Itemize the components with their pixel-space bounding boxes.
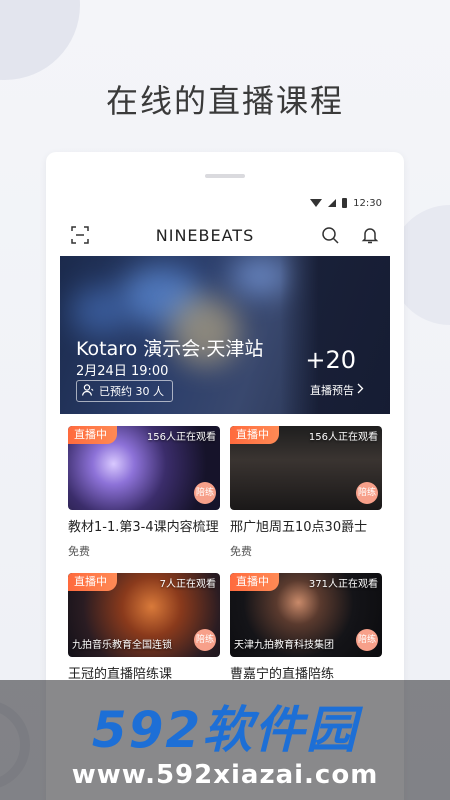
scan-icon[interactable] xyxy=(70,225,90,245)
course-thumbnail: 直播中 156人正在观看 陪练 xyxy=(68,426,220,510)
live-preview-label: 直播预告 xyxy=(310,384,354,397)
viewer-count: 371人正在观看 xyxy=(308,579,378,590)
status-time: 12:30 xyxy=(353,197,382,209)
watermark-url: www.592xiazai.com xyxy=(71,760,379,790)
course-thumbnail: 直播中 7人正在观看 九拍音乐教育全国连锁 陪练 xyxy=(68,573,220,657)
course-thumbnail: 直播中 156人正在观看 陪练 xyxy=(230,426,382,510)
featured-live-banner[interactable]: Kotaro 演示会·天津站 2月24日 19:00 已预约 30 人 +20 … xyxy=(60,256,390,414)
page: 在线的直播课程 12:30 NINEBEATS Kotaro 演示会·天津站 2… xyxy=(0,0,450,800)
live-course-grid: 直播中 156人正在观看 陪练 教材1-1.第3-4课内容梳理 免费 直播中 1… xyxy=(60,414,390,682)
viewer-count: 156人正在观看 xyxy=(146,432,216,443)
live-course-card[interactable]: 直播中 156人正在观看 陪练 教材1-1.第3-4课内容梳理 免费 xyxy=(68,426,220,559)
live-status-tag: 直播中 xyxy=(68,426,117,444)
practice-badge: 陪练 xyxy=(194,482,216,504)
upcoming-count: +20 xyxy=(305,346,356,374)
live-preview-link[interactable]: 直播预告 xyxy=(310,382,364,398)
practice-badge: 陪练 xyxy=(194,629,216,651)
viewer-count: 156人正在观看 xyxy=(308,432,378,443)
live-status-tag: 直播中 xyxy=(230,426,279,444)
booked-count-badge: 已预约 30 人 xyxy=(76,380,173,402)
live-course-card[interactable]: 直播中 371人正在观看 天津九拍教育科技集团 陪练 曹嘉宁的直播陪练 xyxy=(230,573,382,682)
banner-title: Kotaro 演示会·天津站 xyxy=(76,338,264,360)
decorative-circle xyxy=(0,0,80,80)
wifi-icon xyxy=(310,199,323,207)
banner-date: 2月24日 19:00 xyxy=(76,364,169,379)
practice-badge: 陪练 xyxy=(356,629,378,651)
signal-icon xyxy=(328,199,337,207)
battery-icon xyxy=(342,198,348,208)
promo-headline: 在线的直播课程 xyxy=(105,82,344,120)
course-price: 免费 xyxy=(68,545,90,558)
chevron-right-icon xyxy=(357,383,364,397)
brand-logo: NINEBEATS xyxy=(155,225,255,245)
live-course-card[interactable]: 直播中 7人正在观看 九拍音乐教育全国连锁 陪练 王冠的直播陪练课 xyxy=(68,573,220,682)
practice-badge: 陪练 xyxy=(356,482,378,504)
booked-count-text: 已预约 30 人 xyxy=(99,385,164,398)
course-price: 免费 xyxy=(230,545,252,558)
watermark-logo-text: 592软件园 xyxy=(91,701,359,759)
thumbnail-caption: 九拍音乐教育全国连锁 xyxy=(72,640,172,651)
course-thumbnail: 直播中 371人正在观看 天津九拍教育科技集团 陪练 xyxy=(230,573,382,657)
course-title: 邢广旭周五10点30爵士 xyxy=(230,520,368,535)
search-icon[interactable] xyxy=(320,225,340,245)
viewer-count: 7人正在观看 xyxy=(159,579,216,590)
course-title: 教材1-1.第3-4课内容梳理 xyxy=(68,520,219,535)
phone-speaker xyxy=(205,174,245,178)
user-icon xyxy=(81,383,95,400)
live-status-tag: 直播中 xyxy=(230,573,279,591)
thumbnail-caption: 天津九拍教育科技集团 xyxy=(234,640,334,651)
live-course-card[interactable]: 直播中 156人正在观看 陪练 邢广旭周五10点30爵士 免费 xyxy=(230,426,382,559)
live-status-tag: 直播中 xyxy=(68,573,117,591)
status-bar: 12:30 xyxy=(60,192,390,214)
top-nav: NINEBEATS xyxy=(60,214,390,256)
bell-icon[interactable] xyxy=(360,225,380,245)
